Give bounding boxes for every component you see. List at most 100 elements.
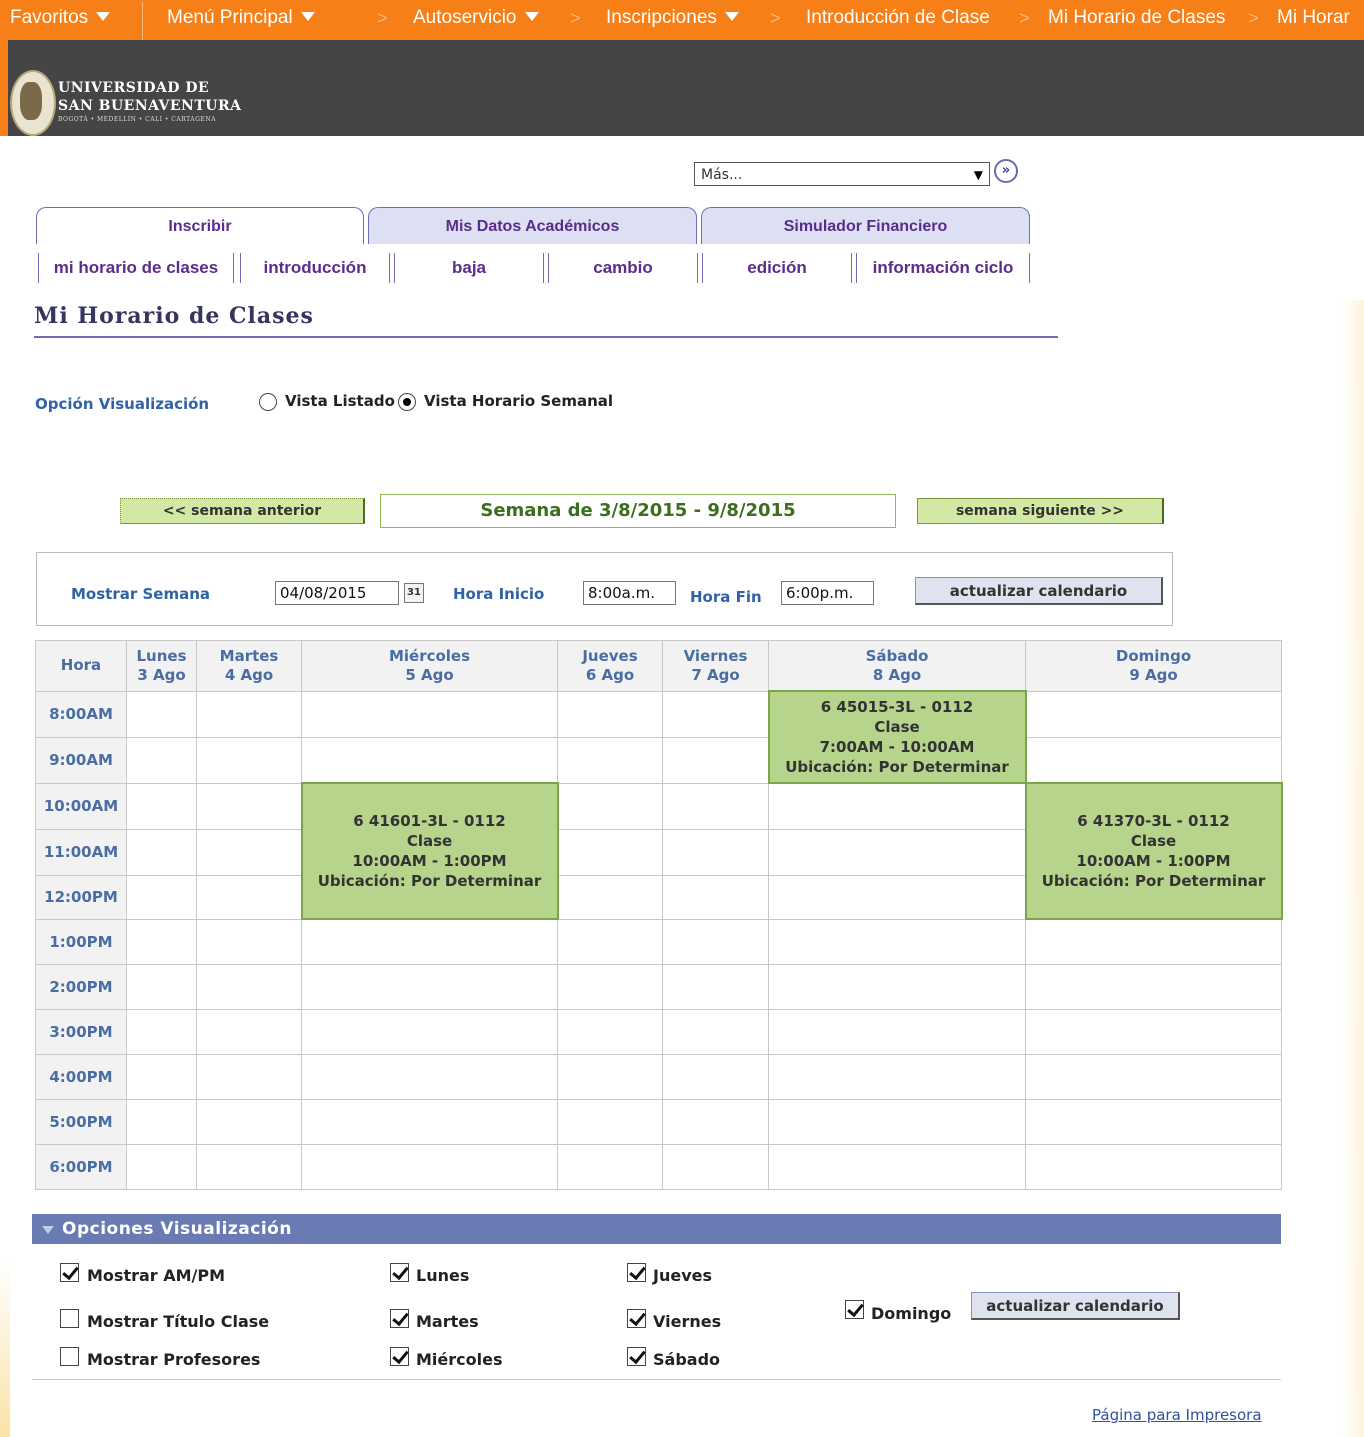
schedule-cell: [126, 736, 197, 784]
main-menu[interactable]: Menú Principal: [167, 7, 315, 29]
schedule-cell: [1025, 1053, 1282, 1100]
more-select-value: Más...: [701, 167, 743, 183]
schedule-cell: [126, 1008, 197, 1055]
calendar-icon[interactable]: 31: [404, 583, 424, 603]
logo-accent-bar: [0, 40, 8, 136]
class-code: 6 41370-3L - 0112: [1077, 812, 1230, 830]
refresh-calendar-options-button[interactable]: actualizar calendario: [971, 1292, 1180, 1320]
next-week-button[interactable]: semana siguiente >>: [917, 498, 1164, 524]
table-row: 1:00PM: [35, 918, 1282, 965]
tab-inscribir[interactable]: Inscribir: [36, 207, 364, 244]
breadcrumb-introduccion-clase[interactable]: Introducción de Clase: [806, 7, 990, 29]
breadcrumb-autoservicio[interactable]: Autoservicio: [413, 7, 539, 29]
logo-text-line3: BOGOTÁ • MEDELLÍN • CALI • CARTAGENA: [58, 116, 216, 123]
schedule-cell: [301, 1143, 558, 1190]
radio-weekly-view[interactable]: [398, 393, 416, 411]
main-menu-label: Menú Principal: [167, 7, 293, 28]
day-date: 3 Ago: [137, 665, 186, 684]
schedule-cell: [662, 1008, 769, 1055]
checkbox-show-ampm[interactable]: [60, 1263, 79, 1282]
breadcrumb-separator-icon: >: [1248, 8, 1259, 28]
class-time: 10:00AM - 1:00PM: [1076, 852, 1231, 870]
table-row: 9:00AM: [35, 736, 1282, 784]
checkbox-friday[interactable]: [627, 1309, 646, 1328]
tab-simulador-financiero[interactable]: Simulador Financiero: [701, 207, 1030, 244]
tab-mis-datos-academicos[interactable]: Mis Datos Académicos: [368, 207, 697, 244]
end-time-input[interactable]: [781, 581, 874, 605]
checkbox-wednesday-label: Miércoles: [416, 1350, 503, 1369]
dropdown-arrow-icon: [300, 12, 315, 21]
checkbox-thursday[interactable]: [627, 1263, 646, 1282]
show-week-date-input[interactable]: [275, 581, 399, 605]
hour-cell: 11:00AM: [35, 828, 127, 876]
day-date: 9 Ago: [1129, 665, 1178, 684]
schedule-cell: [126, 1098, 197, 1145]
schedule-cell: [662, 963, 769, 1010]
checkbox-tuesday[interactable]: [390, 1309, 409, 1328]
radio-list-view[interactable]: [259, 393, 277, 411]
schedule-cell: [662, 1053, 769, 1100]
breadcrumb-mi-horario-truncated[interactable]: Mi Horar: [1277, 7, 1350, 29]
schedule-cell: [301, 918, 558, 965]
refresh-calendar-button[interactable]: actualizar calendario: [915, 577, 1163, 605]
subtab-introduccion[interactable]: introducción: [240, 253, 390, 283]
breadcrumb-inscripciones[interactable]: Inscripciones: [606, 7, 739, 29]
go-button[interactable]: »: [994, 159, 1018, 183]
subtab-edicion[interactable]: edición: [702, 253, 852, 283]
schedule-cell: [196, 690, 302, 738]
subtab-baja[interactable]: baja: [394, 253, 544, 283]
checkbox-sunday[interactable]: [845, 1300, 864, 1319]
checkbox-show-ampm-label: Mostrar AM/PM: [87, 1266, 226, 1285]
day-header-miercoles: Miércoles 5 Ago: [301, 640, 558, 692]
class-time: 7:00AM - 10:00AM: [819, 738, 975, 756]
class-block-wednesday[interactable]: 6 41601-3L - 0112 Clase 10:00AM - 1:00PM…: [300, 782, 559, 920]
schedule-cell: [301, 1008, 558, 1055]
printer-page-link[interactable]: Página para Impresora: [1092, 1406, 1262, 1424]
class-location: Ubicación: Por Determinar: [1041, 872, 1266, 890]
schedule-cell: [662, 782, 769, 830]
end-time-label: Hora Fin: [690, 588, 762, 606]
class-block-sunday[interactable]: 6 41370-3L - 0112 Clase 10:00AM - 1:00PM…: [1024, 782, 1283, 920]
table-row: 10:00AM 6 41601-3L - 0112 Clase 10:00AM …: [35, 782, 1283, 920]
checkbox-sunday-label: Domingo: [871, 1304, 952, 1323]
favorites-menu[interactable]: Favoritos: [10, 7, 111, 29]
table-row: 3:00PM: [35, 1008, 1282, 1055]
start-time-input[interactable]: [583, 581, 676, 605]
subtab-mi-horario[interactable]: mi horario de clases: [38, 253, 234, 283]
day-date: 8 Ago: [872, 665, 922, 684]
schedule-cell: [1025, 918, 1282, 965]
checkbox-show-instructors[interactable]: [60, 1347, 79, 1366]
schedule-cell: [557, 1008, 663, 1055]
display-options-header[interactable]: Opciones Visualización: [32, 1214, 1281, 1244]
favorites-label: Favoritos: [10, 7, 89, 28]
schedule-cell: [768, 918, 1026, 965]
class-block-saturday[interactable]: 6 45015-3L - 0112 Clase 7:00AM - 10:00AM…: [767, 690, 1027, 784]
title-divider: [34, 336, 1058, 338]
checkbox-saturday[interactable]: [627, 1347, 646, 1366]
page-title: Mi Horario de Clases: [34, 303, 314, 329]
checkbox-monday[interactable]: [390, 1263, 409, 1282]
checkbox-thursday-label: Jueves: [653, 1266, 712, 1285]
class-location: Ubicación: Por Determinar: [317, 872, 542, 890]
hour-cell: 3:00PM: [35, 1008, 127, 1055]
class-type: Clase: [1130, 832, 1177, 850]
day-name: Domingo: [1115, 646, 1192, 665]
previous-week-button[interactable]: << semana anterior: [120, 498, 365, 524]
subtab-informacion-ciclo[interactable]: información ciclo: [856, 253, 1030, 283]
checkbox-wednesday[interactable]: [390, 1347, 409, 1366]
schedule-cell: [768, 1143, 1026, 1190]
collapse-triangle-icon[interactable]: [42, 1226, 54, 1234]
hour-cell: 5:00PM: [35, 1098, 127, 1145]
breadcrumb-mi-horario[interactable]: Mi Horario de Clases: [1048, 7, 1225, 29]
schedule-cell: [126, 828, 197, 876]
breadcrumb-label: Autoservicio: [413, 7, 517, 28]
table-row: 8:00AM 6 45015-3L - 0112 Clase 7:00AM - …: [35, 690, 1282, 784]
schedule-cell: [557, 782, 663, 830]
more-select[interactable]: Más... ▼: [694, 162, 990, 186]
class-type: Clase: [874, 718, 920, 736]
schedule-cell: [196, 828, 302, 876]
breadcrumb-separator-icon: >: [377, 8, 388, 28]
schedule-cell: [557, 690, 663, 738]
subtab-cambio[interactable]: cambio: [548, 253, 698, 283]
checkbox-show-class-title[interactable]: [60, 1309, 79, 1328]
